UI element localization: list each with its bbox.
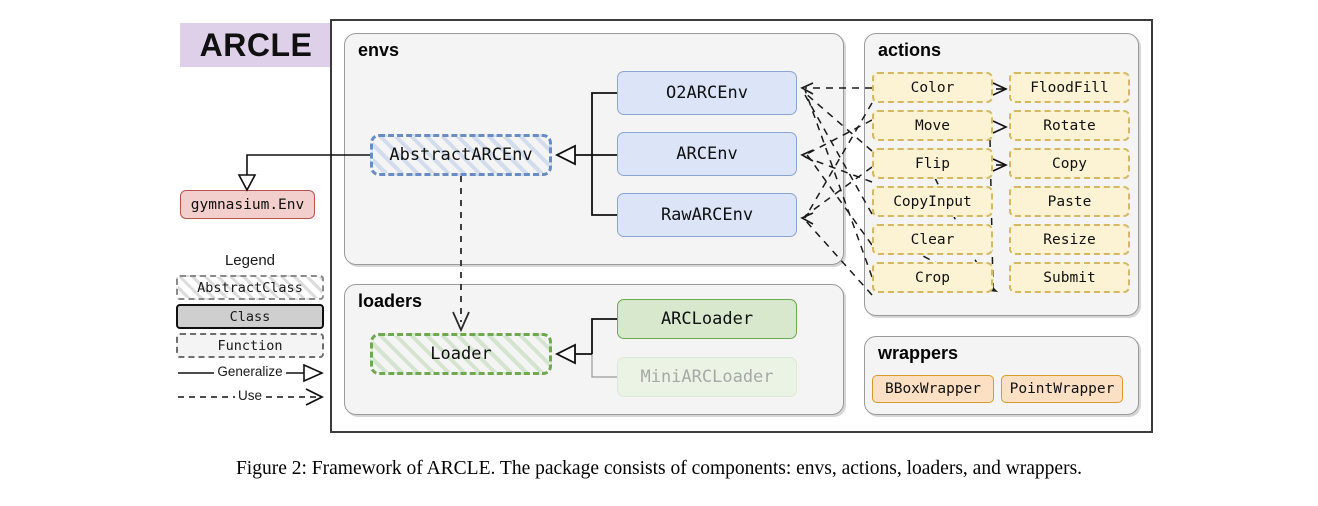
action-label: Copy: [1052, 155, 1087, 172]
rawarcenv-label: RawARCEnv: [660, 205, 754, 225]
action-label: Crop: [915, 269, 950, 286]
wrapper-label: BBoxWrapper: [884, 381, 982, 397]
action-label: Resize: [1043, 231, 1096, 248]
gymnasium-env-box: gymnasium.Env: [180, 190, 315, 219]
legend-class-swatch: Class: [176, 304, 324, 329]
arcloader-label: ARCLoader: [660, 309, 754, 329]
action-box-move: Move: [872, 110, 993, 141]
action-box-copy: Copy: [1009, 148, 1130, 179]
action-box-paste: Paste: [1009, 186, 1130, 217]
panel-envs-title: envs: [358, 40, 400, 60]
action-label: Color: [910, 79, 955, 96]
legend: Legend AbstractClass Class Function Gene…: [176, 252, 324, 410]
action-label: Move: [915, 117, 950, 134]
action-box-floodfill: FloodFill: [1009, 72, 1130, 103]
legend-function-label: Function: [217, 337, 283, 354]
gymnasium-env-label: gymnasium.Env: [190, 196, 305, 213]
action-box-flip: Flip: [872, 148, 993, 179]
arcenv-label: ARCEnv: [676, 144, 738, 164]
legend-generalize-label: Generalize: [214, 364, 286, 379]
action-label: FloodFill: [1030, 79, 1109, 96]
legend-use-row: Use: [176, 386, 324, 410]
action-box-color: Color: [872, 72, 993, 103]
action-box-resize: Resize: [1009, 224, 1130, 255]
class-box-arcloader: ARCLoader: [617, 299, 797, 339]
action-box-clear: Clear: [872, 224, 993, 255]
action-label: CopyInput: [893, 193, 972, 210]
legend-class-label: Class: [229, 308, 271, 325]
action-box-rotate: Rotate: [1009, 110, 1130, 141]
class-box-abstractarcenv: AbstractARCEnv: [370, 134, 552, 176]
o2arcenv-label: O2ARCEnv: [666, 83, 748, 103]
class-box-miniarcloader: MiniARCLoader: [617, 357, 797, 397]
panel-loaders-title: loaders: [358, 291, 423, 311]
panel-actions-title: actions: [878, 40, 942, 60]
wrappers-row: BBoxWrapper PointWrapper: [872, 375, 1123, 403]
action-label: Flip: [915, 155, 950, 172]
action-label: Paste: [1047, 193, 1092, 210]
action-label: Clear: [910, 231, 955, 248]
class-box-arcenv: ARCEnv: [617, 132, 797, 176]
legend-title: Legend: [224, 252, 276, 269]
arcle-logo: ARCLE: [180, 23, 332, 67]
action-box-copyinput: CopyInput: [872, 186, 993, 217]
wrapper-box-pointwrapper: PointWrapper: [1001, 375, 1123, 403]
legend-abstract-class-swatch: AbstractClass: [176, 275, 324, 300]
legend-function-swatch: Function: [176, 333, 324, 358]
legend-generalize-row: Generalize: [176, 362, 324, 386]
abstractarcenv-label: AbstractARCEnv: [389, 145, 533, 165]
legend-use-label: Use: [234, 388, 265, 403]
arcle-logo-text: ARCLE: [199, 26, 313, 63]
class-box-rawarcenv: RawARCEnv: [617, 193, 797, 237]
class-box-o2arcenv: O2ARCEnv: [617, 71, 797, 115]
wrapper-label: PointWrapper: [1009, 381, 1115, 397]
panel-wrappers-title: wrappers: [878, 343, 959, 363]
loader-label: Loader: [430, 344, 492, 364]
action-label: Submit: [1043, 269, 1096, 286]
actions-grid: Color FloodFill Move Rotate Flip Copy Co…: [872, 72, 1130, 293]
wrapper-box-bboxwrapper: BBoxWrapper: [872, 375, 994, 403]
action-box-submit: Submit: [1009, 262, 1130, 293]
miniarcloader-label: MiniARCLoader: [640, 367, 774, 387]
action-label: Rotate: [1043, 117, 1096, 134]
class-box-loader: Loader: [370, 333, 552, 375]
figure-caption: Figure 2: Framework of ARCLE. The packag…: [235, 458, 1083, 479]
action-box-crop: Crop: [872, 262, 993, 293]
legend-abstract-class-label: AbstractClass: [197, 279, 303, 296]
